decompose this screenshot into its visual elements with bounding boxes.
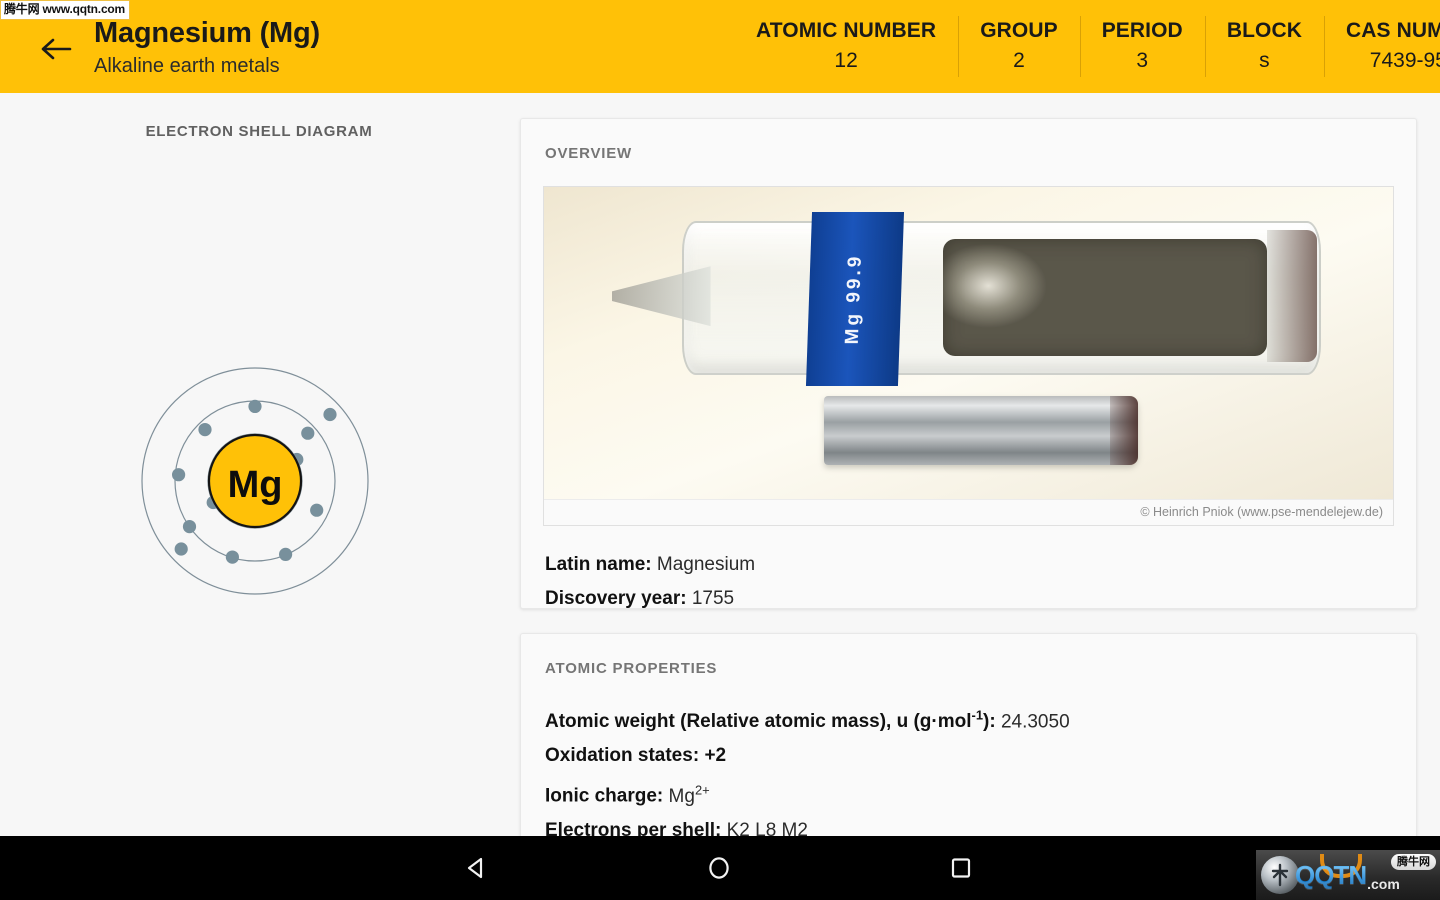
watermark-badge: 腾牛网 (1391, 854, 1436, 870)
ampoule-label-text: Mg 99.9 (842, 253, 867, 345)
atomic-properties-card: ATOMIC PROPERTIES Atomic weight (Relativ… (520, 633, 1417, 836)
discovery-year-label: Discovery year: (545, 588, 687, 609)
electron-l-8 (301, 426, 315, 440)
stat-value: 7439-95-4 (1369, 49, 1440, 72)
app-screen: Magnesium (Mg) Alkaline earth metals ATO… (0, 0, 1440, 836)
stat-group: GROUP 2 (958, 0, 1080, 93)
title-block: Magnesium (Mg) Alkaline earth metals (94, 16, 320, 80)
stat-label: PERIOD (1101, 19, 1183, 42)
header-stats: ATOMIC NUMBER 12 GROUP 2 PERIOD 3 BLOCK … (734, 0, 1440, 93)
arrow-left-icon (41, 38, 72, 59)
ionic-charge-value: Mg2+ (668, 782, 710, 807)
ionic-charge-label: Ionic charge: (545, 785, 664, 807)
stat-atomic-number: ATOMIC NUMBER 12 (734, 0, 958, 93)
electron-l-1 (310, 503, 324, 517)
ampoule-end (1267, 230, 1317, 363)
electrons-per-shell-value: K2 L8 M2 (726, 819, 808, 836)
ampoule-illustration: Mg 99.9 (611, 212, 1321, 387)
overview-photo-frame: Mg 99.9 © Heinrich Pniok (www.pse-mendel… (543, 186, 1394, 526)
discovery-year-row: Discovery year: 1755 (545, 582, 1416, 616)
latin-name-value: Magnesium (656, 554, 756, 575)
content-area: ELECTRON SHELL DIAGRAM Mg OVERVIEW Mg 99… (0, 93, 1440, 836)
qqtn-mark-icon (1271, 863, 1289, 887)
magnesium-sample-photo: Mg 99.9 (544, 187, 1393, 499)
stat-period: PERIOD 3 (1079, 0, 1205, 93)
ampoule-tip (611, 266, 711, 327)
watermark-brand-text: QQTN (1295, 859, 1367, 890)
page-title: Magnesium (Mg) (94, 16, 320, 49)
latin-name-row: Latin name: Magnesium (545, 548, 1416, 582)
element-category: Alkaline earth metals (94, 54, 280, 77)
nav-home-button[interactable] (679, 836, 759, 900)
triangle-back-icon (467, 857, 483, 879)
electron-l-3 (225, 550, 239, 564)
stat-label: CAS NUMBER (1346, 19, 1440, 42)
overview-card-title: OVERVIEW (545, 145, 632, 162)
oxidation-states-label: Oxidation states: (545, 745, 700, 767)
oxidation-states-row: Oxidation states: +2 (545, 739, 1416, 773)
electron-l-6 (198, 423, 212, 437)
atomic-weight-value: 24.3050 (1000, 711, 1070, 733)
ionic-charge-row: Ionic charge: Mg2+ (545, 773, 1416, 813)
watermark-bottom-right: QQTN .com 腾牛网 (1256, 850, 1440, 900)
atomic-weight-row: Atomic weight (Relative atomic mass), u … (545, 699, 1416, 739)
oxidation-states-value: +2 (704, 745, 727, 767)
atomic-card-title: ATOMIC PROPERTIES (545, 660, 718, 677)
electron-m-1 (323, 407, 337, 422)
electron-shell-panel: ELECTRON SHELL DIAGRAM Mg (0, 93, 518, 836)
ampoule-label: Mg 99.9 (806, 212, 904, 387)
circle-home-icon (709, 857, 729, 879)
discovery-year-value: 1755 (691, 588, 735, 609)
element-header: Magnesium (Mg) Alkaline earth metals ATO… (0, 0, 1440, 93)
photo-credit: © Heinrich Pniok (www.pse-mendelejew.de) (544, 499, 1393, 525)
stat-label: GROUP (980, 19, 1058, 42)
stat-value: 3 (1136, 49, 1149, 72)
electron-l-4 (182, 520, 197, 534)
stat-value: 2 (1013, 49, 1025, 72)
atomic-properties-list: Atomic weight (Relative atomic mass), u … (545, 699, 1416, 836)
nucleus-symbol: Mg (228, 464, 283, 506)
qqtn-logo-icon (1261, 856, 1299, 894)
android-navigation-bar (0, 836, 1440, 900)
stat-label: BLOCK (1226, 19, 1302, 42)
latin-name-label: Latin name: (545, 554, 652, 575)
stat-cas-number: CAS NUMBER 7439-95-4 (1324, 0, 1440, 93)
stat-value: s (1259, 49, 1270, 72)
nav-back-button[interactable] (437, 836, 517, 900)
nav-recents-button[interactable] (921, 836, 1001, 900)
back-button[interactable] (34, 27, 78, 71)
stat-value: 12 (834, 49, 858, 72)
electrons-per-shell-row: Electrons per shell: K2 L8 M2 (545, 814, 1416, 836)
electron-m-2 (174, 542, 188, 556)
stat-label: ATOMIC NUMBER (756, 19, 937, 42)
overview-properties: Latin name: Magnesium Discovery year: 17… (545, 548, 1416, 616)
overview-card: OVERVIEW Mg 99.9 © Heinrich Pniok (www.p… (520, 118, 1417, 609)
shell-diagram-heading: ELECTRON SHELL DIAGRAM (145, 123, 373, 140)
watermark-brand-tld: .com (1367, 876, 1400, 892)
magnesium-crystals (943, 239, 1268, 357)
details-panel: OVERVIEW Mg 99.9 © Heinrich Pniok (www.p… (518, 93, 1440, 836)
electron-shell-svg: Mg (141, 367, 369, 595)
electron-l-7 (248, 399, 262, 413)
magnesium-rod (824, 396, 1139, 465)
shell-diagram: Mg (125, 351, 385, 611)
electrons-per-shell-label: Electrons per shell: (545, 819, 722, 836)
watermark-top-left: 腾牛网 www.qqtn.com (0, 0, 131, 20)
stat-block: BLOCK s (1204, 0, 1324, 93)
atomic-weight-label: Atomic weight (Relative atomic mass), u … (545, 708, 996, 733)
electron-l-2 (279, 547, 293, 561)
electron-l-5 (172, 468, 186, 482)
square-recents-icon (951, 858, 971, 878)
